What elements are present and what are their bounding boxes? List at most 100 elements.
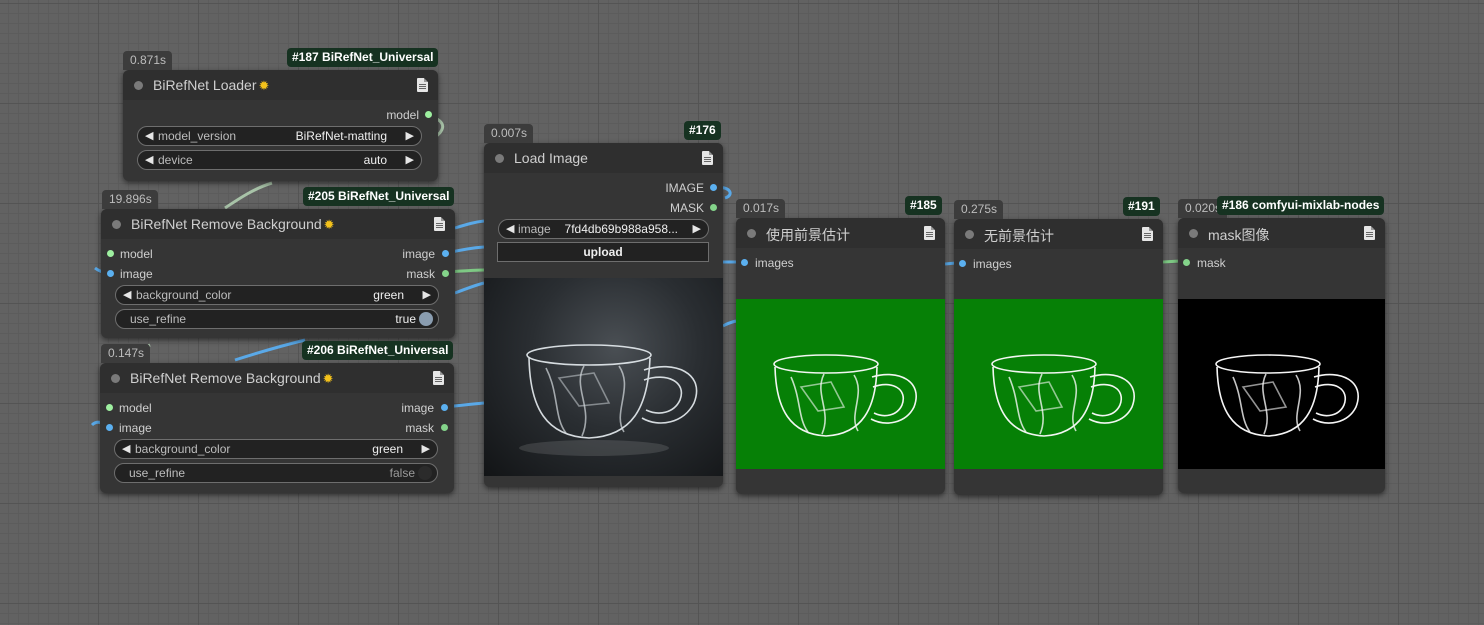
toggle-knob-off[interactable] (418, 466, 432, 480)
document-icon[interactable] (433, 371, 444, 385)
node-title: 使用前景估计 (766, 227, 850, 243)
arrow-left-icon[interactable]: ◀ (145, 129, 153, 142)
arrow-right-icon[interactable]: ▶ (422, 442, 430, 455)
document-icon[interactable] (702, 151, 713, 165)
execution-time-badge: 0.147s (101, 344, 151, 363)
arrow-right-icon[interactable]: ▶ (406, 153, 414, 166)
execution-time-badge: 0.275s (954, 200, 1004, 219)
output-slot-image[interactable] (442, 250, 449, 257)
output-slot-model[interactable] (425, 111, 432, 118)
node-birefnet-loader[interactable]: BiRefNet Loader ✹ model ◀ model_version B… (123, 70, 438, 181)
collapse-dot-icon[interactable] (112, 220, 121, 229)
input-slot-image[interactable] (106, 424, 113, 431)
upload-button[interactable]: upload (497, 242, 709, 262)
input-label-model: model (120, 247, 153, 261)
widget-value: green (372, 442, 403, 456)
output-slot-image[interactable] (710, 184, 717, 191)
toggle-use-refine[interactable]: use_refine false (114, 463, 438, 483)
input-slot-model[interactable] (107, 250, 114, 257)
node-remove-background-206[interactable]: BiRefNet Remove Background ✹ model image … (100, 363, 454, 493)
sun-icon: ✹ (323, 217, 335, 232)
collapse-dot-icon[interactable] (1189, 229, 1198, 238)
toggle-use-refine[interactable]: use_refine true (115, 309, 439, 329)
glass-cup-green-bg (991, 354, 1135, 437)
document-icon[interactable] (1364, 226, 1375, 240)
input-label-mask: mask (1197, 256, 1226, 270)
output-slot-mask[interactable] (442, 270, 449, 277)
toggle-knob-on[interactable] (419, 312, 433, 326)
image-preview (484, 278, 723, 476)
node-header[interactable]: 使用前景估计 (736, 218, 945, 248)
combo-background-color[interactable]: ◀ background_color green ▶ (115, 285, 439, 305)
node-header[interactable]: 无前景估计 (954, 219, 1163, 249)
node-id-badge: #205 BiRefNet_Universal (303, 187, 455, 206)
collapse-dot-icon[interactable] (134, 81, 143, 90)
widget-value: green (373, 288, 404, 302)
combo-background-color[interactable]: ◀ background_color green ▶ (114, 439, 438, 459)
node-title: BiRefNet Loader ✹ (153, 77, 270, 93)
widget-value: BiRefNet-matting (295, 129, 387, 143)
widget-value: 7fd4db69b988a958... (564, 222, 678, 236)
wire-205-image-top (454, 219, 485, 230)
wire-205-extra (454, 281, 485, 295)
node-id-badge: #206 BiRefNet_Universal (302, 341, 454, 360)
widget-name: model_version (158, 129, 237, 143)
arrow-left-icon[interactable]: ◀ (123, 288, 131, 301)
input-slot-mask[interactable] (1183, 259, 1190, 266)
output-label-model: model (386, 108, 419, 122)
output-label-mask: mask (405, 421, 434, 435)
collapse-dot-icon[interactable] (111, 374, 120, 383)
combo-device[interactable]: ◀ device auto ▶ (137, 150, 422, 170)
execution-time-badge: 0.007s (484, 124, 534, 143)
document-icon[interactable] (924, 226, 935, 240)
node-header[interactable]: BiRefNet Remove Background ✹ (101, 209, 455, 239)
node-title: 无前景估计 (984, 228, 1054, 244)
node-title: BiRefNet Remove Background ✹ (131, 216, 335, 232)
node-id-badge: #176 (684, 121, 721, 140)
document-icon[interactable] (417, 78, 428, 92)
output-label-mask: mask (406, 267, 435, 281)
image-preview (954, 299, 1163, 469)
node-header[interactable]: mask图像 (1178, 218, 1385, 248)
node-preview-no-foreground-estimate[interactable]: 无前景估计 images (954, 219, 1163, 495)
input-slot-images[interactable] (959, 260, 966, 267)
output-slot-mask[interactable] (710, 204, 717, 211)
node-preview-foreground-estimate[interactable]: 使用前景估计 images (736, 218, 945, 494)
arrow-left-icon[interactable]: ◀ (145, 153, 153, 166)
collapse-dot-icon[interactable] (747, 229, 756, 238)
widget-value: true (395, 312, 416, 326)
input-slot-images[interactable] (741, 259, 748, 266)
output-label-image: image (401, 401, 434, 415)
document-icon[interactable] (434, 217, 445, 231)
input-slot-model[interactable] (106, 404, 113, 411)
node-id-badge: #186 comfyui-mixlab-nodes (1217, 196, 1385, 215)
widget-name: use_refine (129, 466, 186, 480)
node-header[interactable]: BiRefNet Remove Background ✹ (100, 363, 454, 393)
node-mask-image[interactable]: mask图像 mask (1178, 218, 1385, 493)
node-title: BiRefNet Remove Background ✹ (130, 370, 334, 386)
arrow-left-icon[interactable]: ◀ (122, 442, 130, 455)
execution-time-badge: 19.896s (102, 190, 158, 209)
arrow-right-icon[interactable]: ▶ (693, 222, 701, 235)
node-header[interactable]: BiRefNet Loader ✹ (123, 70, 438, 100)
collapse-dot-icon[interactable] (495, 154, 504, 163)
arrow-right-icon[interactable]: ▶ (406, 129, 414, 142)
widget-value: false (389, 466, 415, 480)
node-remove-background-205[interactable]: BiRefNet Remove Background ✹ model image … (101, 209, 455, 338)
arrow-left-icon[interactable]: ◀ (506, 222, 514, 235)
output-slot-image[interactable] (441, 404, 448, 411)
node-load-image[interactable]: Load Image IMAGE MASK ◀ image 7fd4db69b9… (484, 143, 723, 487)
arrow-right-icon[interactable]: ▶ (423, 288, 431, 301)
combo-model-version[interactable]: ◀ model_version BiRefNet-matting ▶ (137, 126, 422, 146)
output-slot-mask[interactable] (441, 424, 448, 431)
widget-name: image (518, 222, 551, 236)
sun-icon: ✹ (322, 371, 334, 386)
node-title: Load Image (514, 150, 588, 166)
input-label-model: model (119, 401, 152, 415)
node-id-badge: #185 (905, 196, 942, 215)
input-slot-image[interactable] (107, 270, 114, 277)
collapse-dot-icon[interactable] (965, 230, 974, 239)
node-header[interactable]: Load Image (484, 143, 723, 173)
combo-image-file[interactable]: ◀ image 7fd4db69b988a958... ▶ (498, 219, 709, 239)
document-icon[interactable] (1142, 227, 1153, 241)
